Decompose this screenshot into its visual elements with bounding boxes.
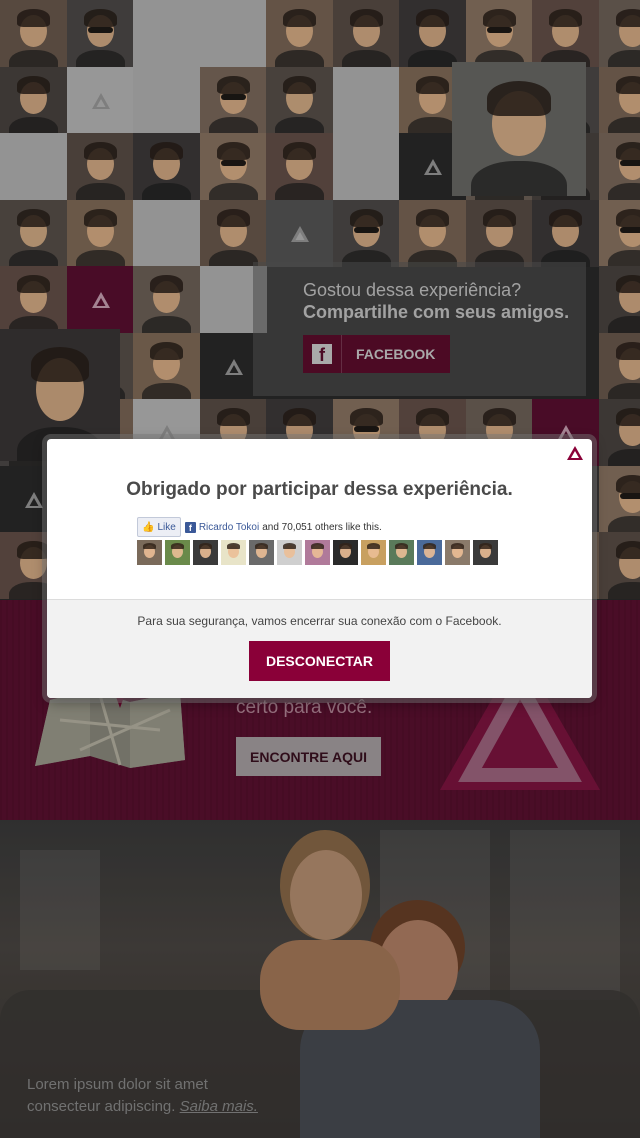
friend-avatar[interactable]	[389, 540, 414, 565]
friend-avatar[interactable]	[333, 540, 358, 565]
disconnect-button[interactable]: DESCONECTAR	[249, 641, 390, 681]
friend-avatar[interactable]	[137, 540, 162, 565]
security-message: Para sua segurança, vamos encerrar sua c…	[137, 614, 502, 628]
friend-avatar[interactable]	[417, 540, 442, 565]
triangle-logo-icon	[567, 446, 583, 460]
facebook-like-widget: 👍 Like f Ricardo Tokoi and 70,051 others…	[137, 517, 382, 537]
friend-avatar[interactable]	[445, 540, 470, 565]
friend-avatar[interactable]	[473, 540, 498, 565]
friend-avatar[interactable]	[165, 540, 190, 565]
friend-avatar[interactable]	[193, 540, 218, 565]
modal-footer: Para sua segurança, vamos encerrar sua c…	[47, 599, 592, 698]
friend-avatar[interactable]	[277, 540, 302, 565]
friend-avatar[interactable]	[249, 540, 274, 565]
friend-avatar[interactable]	[305, 540, 330, 565]
thank-you-modal: Obrigado por participar dessa experiênci…	[47, 439, 592, 698]
like-count-text: and 70,051 others like this.	[262, 521, 382, 533]
friend-avatar[interactable]	[221, 540, 246, 565]
facebook-icon: f	[184, 521, 196, 533]
thumbs-up-icon: 👍	[142, 521, 155, 533]
modal-title: Obrigado por participar dessa experiênci…	[126, 479, 513, 500]
friend-avatars	[137, 540, 498, 565]
like-button-label: Like	[157, 521, 176, 533]
like-friend-name[interactable]: Ricardo Tokoi	[199, 522, 259, 533]
friend-avatar[interactable]	[361, 540, 386, 565]
facebook-like-button[interactable]: 👍 Like	[137, 517, 181, 537]
